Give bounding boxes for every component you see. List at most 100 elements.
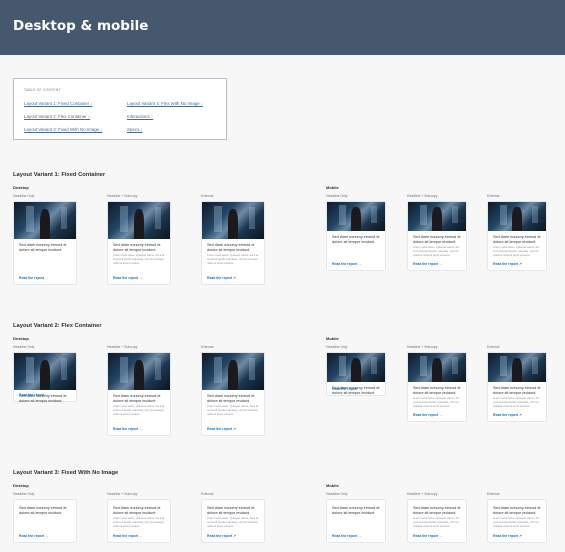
- toc-link-variant-4[interactable]: Layout Variant 4: Flex With No Image ↓: [127, 101, 203, 106]
- card-image-light: [338, 204, 346, 226]
- card-image-light: [419, 355, 427, 377]
- card-image-light: [155, 207, 162, 230]
- external-link[interactable]: Read the report ↗: [493, 534, 522, 538]
- card-subcopy: Cras in ante lacus. Quisque varius, dui …: [413, 246, 460, 257]
- mobile-group-label-3: Mobile: [326, 483, 339, 488]
- mobile-group-label-1: Mobile: [326, 185, 339, 190]
- mobile-col-label-external: External: [487, 345, 500, 349]
- toc-link-specs[interactable]: Specs ↓: [127, 127, 143, 132]
- card-subcopy: Cras in ante lacus. Quisque varius, dui …: [207, 254, 259, 265]
- toc-link-variant-3[interactable]: Layout Variant 3: Fixed With No Image ↓: [24, 127, 103, 132]
- toc-link-variant-1[interactable]: Layout Variant 1: Fixed Container ↓: [24, 101, 93, 106]
- read-report-link[interactable]: Read the report →: [19, 276, 48, 280]
- card-image-light: [371, 357, 377, 375]
- card: Sed diam nonumy eirmod et dolore sit tem…: [326, 201, 386, 271]
- card-headline: Sed diam nonumy eirmod et dolore sit tem…: [113, 394, 161, 404]
- read-report-link[interactable]: Read the report →: [413, 262, 442, 266]
- card-image-person: [228, 208, 238, 239]
- card: Sed diam nonumy eirmod et dolore sit tem…: [13, 201, 77, 285]
- card-headline: Sed diam nonumy eirmod et dolore sit tem…: [413, 506, 461, 516]
- desktop-col-label-headline-subcopy: Headline + Subcopy: [107, 194, 138, 198]
- card: Sed diam nonumy eirmod et dolore sit tem…: [201, 201, 265, 285]
- card-image-person: [432, 358, 442, 382]
- card-subcopy: Cras in ante lacus. Quisque varius, dui …: [113, 405, 165, 416]
- card-image: [14, 202, 76, 239]
- read-report-link[interactable]: Read the report →: [332, 387, 361, 391]
- card-image: [108, 353, 170, 390]
- mobile-col-label-external: External: [487, 492, 500, 496]
- card-image: [108, 202, 170, 239]
- desktop-col-label-headline-only: Headline Only: [13, 194, 35, 198]
- external-link[interactable]: Read the report ↗: [493, 262, 522, 266]
- card-image: [202, 353, 264, 390]
- card-image-light: [452, 357, 458, 375]
- card-subcopy: Cras in ante lacus. Quisque varius, dui …: [113, 517, 165, 528]
- card-image-person: [351, 207, 361, 231]
- external-link[interactable]: Read the report ↗: [207, 427, 236, 431]
- card-headline: Sed diam nonumy eirmod et dolore sit tem…: [413, 386, 461, 396]
- desktop-col-label-headline-subcopy: Headline + Subcopy: [107, 492, 138, 496]
- toc-title: TABLE OF CONTENT: [24, 88, 61, 92]
- card: Sed diam nonumy eirmod et dolore sit tem…: [326, 352, 386, 396]
- card-headline: Sed diam nonumy eirmod et dolore sit tem…: [207, 243, 255, 253]
- external-link[interactable]: Read the report ↗: [207, 534, 236, 538]
- card-image: [488, 202, 546, 231]
- card-image-light: [532, 357, 538, 375]
- card-image-light: [249, 207, 256, 230]
- read-report-link[interactable]: Read the report →: [113, 427, 142, 431]
- desktop-col-label-external: External: [201, 194, 214, 198]
- card-headline: Sed diam nonumy eirmod et dolore sit tem…: [413, 235, 461, 245]
- external-link[interactable]: Read the report ↗: [493, 413, 522, 417]
- desktop-group-label-2: Desktop: [13, 336, 29, 341]
- card-headline: Sed diam nonumy eirmod et dolore sit tem…: [493, 235, 541, 245]
- card-subcopy: Cras in ante lacus. Quisque varius, dui …: [207, 405, 259, 416]
- card-image: [327, 202, 385, 231]
- card-headline: Sed diam nonumy eirmod et dolore sit tem…: [332, 506, 380, 516]
- read-report-link[interactable]: Read the report →: [113, 276, 142, 280]
- card-image-person: [40, 359, 50, 390]
- card-image: [202, 202, 264, 239]
- desktop-col-label-headline-only: Headline Only: [13, 345, 35, 349]
- mobile-col-label-headline-subcopy: Headline + Subcopy: [407, 345, 438, 349]
- desktop-col-label-external: External: [201, 492, 214, 496]
- read-report-link[interactable]: Read the report →: [332, 262, 361, 266]
- read-report-link[interactable]: Read the report →: [413, 534, 442, 538]
- card: Sed diam nonumy eirmod et dolore sit tem…: [201, 352, 265, 436]
- card-image-light: [338, 355, 346, 377]
- mobile-col-label-headline-subcopy: Headline + Subcopy: [407, 492, 438, 496]
- desktop-group-label-3: Desktop: [13, 483, 29, 488]
- read-report-link[interactable]: Read the report →: [413, 413, 442, 417]
- card-image-person: [512, 358, 522, 382]
- card-image-person: [228, 359, 238, 390]
- section-title-2: Layout Variant 2: Flex Container: [13, 323, 102, 329]
- read-report-link[interactable]: Read the report →: [113, 534, 142, 538]
- read-report-link[interactable]: Read the report →: [332, 534, 361, 538]
- section-title-3: Layout Variant 3: Fixed With No Image: [13, 470, 119, 476]
- card: Sed diam nonumy eirmod et dolore sit tem…: [487, 201, 547, 271]
- card-image-light: [419, 204, 427, 226]
- mobile-col-label-headline-only: Headline Only: [326, 345, 348, 349]
- card: Sed diam nonumy eirmod et dolore sit tem…: [407, 201, 467, 271]
- card-image-light: [532, 206, 538, 224]
- card-headline: Sed diam nonumy eirmod et dolore sit tem…: [19, 243, 67, 253]
- mobile-col-label-headline-only: Headline Only: [326, 492, 348, 496]
- card: Sed diam nonumy eirmod et dolore sit tem…: [487, 352, 547, 422]
- card-subcopy: Cras in ante lacus. Quisque varius, dui …: [413, 397, 460, 408]
- card-image-light: [61, 358, 68, 381]
- read-report-link[interactable]: Read the report →: [19, 393, 48, 397]
- card-headline: Sed diam nonumy eirmod et dolore sit tem…: [207, 506, 255, 516]
- card-image-person: [351, 358, 361, 382]
- card-headline: Sed diam nonumy eirmod et dolore sit tem…: [113, 243, 161, 253]
- card-image-light: [499, 355, 507, 377]
- read-report-link[interactable]: Read the report →: [19, 534, 48, 538]
- card: Sed diam nonumy eirmod et dolore sit tem…: [107, 499, 171, 543]
- toc-link-interactions[interactable]: Interactions ↓: [127, 114, 153, 119]
- card-image-light: [61, 207, 68, 230]
- toc-link-variant-2[interactable]: Layout Variant 2: Flex Container ↓: [24, 114, 90, 119]
- card-image-light: [499, 204, 507, 226]
- card-image-light: [26, 205, 34, 232]
- card-subcopy: Cras in ante lacus. Quisque varius, dui …: [493, 246, 540, 257]
- card-image-light: [26, 356, 34, 383]
- external-link[interactable]: Read the report ↗: [207, 276, 236, 280]
- card: Sed diam nonumy eirmod et dolore sit tem…: [407, 352, 467, 422]
